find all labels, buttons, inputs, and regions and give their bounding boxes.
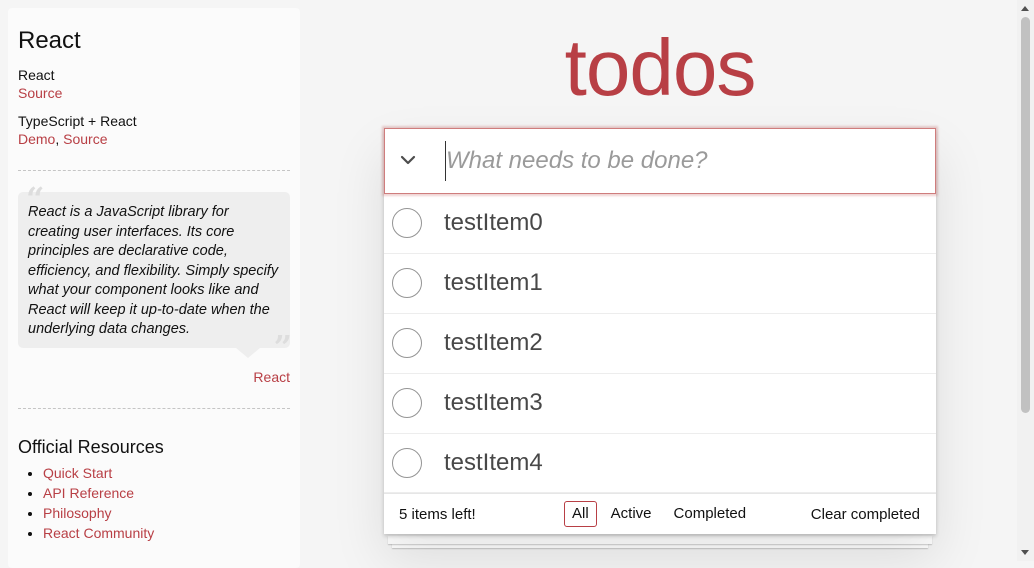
todo-list: testItem0 testItem1 testItem2 testItem3 … <box>384 194 936 493</box>
todo-item: testItem4 <box>384 434 936 493</box>
filter-active[interactable]: Active <box>603 501 660 527</box>
items-left-count: 5 items left! <box>399 506 476 523</box>
sidebar-title: React <box>18 27 81 54</box>
demo-link[interactable]: Demo <box>18 131 55 147</box>
todo-header <box>384 128 936 194</box>
quick-start-link[interactable]: Quick Start <box>43 465 112 481</box>
todo-checkbox[interactable] <box>392 268 422 298</box>
list-item: Quick Start <box>43 463 154 483</box>
list-item: API Reference <box>43 483 154 503</box>
quote-text: React is a JavaScript library for creati… <box>28 204 279 337</box>
source-link[interactable]: Source <box>18 85 62 101</box>
quote-box: “ React is a JavaScript library for crea… <box>18 180 292 366</box>
todo-checkbox[interactable] <box>392 388 422 418</box>
filter-all[interactable]: All <box>564 501 597 527</box>
todo-label[interactable]: testItem3 <box>444 389 543 417</box>
stack-shadow <box>388 536 932 544</box>
filters: All Active Completed <box>564 501 754 527</box>
source-link[interactable]: Source <box>63 131 107 147</box>
resources-title: Official Resources <box>18 437 164 457</box>
clear-completed-button[interactable]: Clear completed <box>811 506 920 523</box>
philosophy-link[interactable]: Philosophy <box>43 505 112 521</box>
scroll-up-arrow-icon[interactable] <box>1021 6 1029 11</box>
api-reference-link[interactable]: API Reference <box>43 485 134 501</box>
chevron-down-icon[interactable] <box>395 147 421 173</box>
todo-label[interactable]: testItem2 <box>444 329 543 357</box>
scrollbar-thumb[interactable] <box>1021 17 1030 413</box>
close-quote-icon: ” <box>273 328 292 366</box>
example-react: React Source <box>18 66 62 102</box>
open-quote-icon: “ <box>26 180 45 218</box>
todo-item: testItem2 <box>384 314 936 374</box>
scroll-down-arrow-icon[interactable] <box>1021 550 1029 555</box>
example-name: TypeScript + React <box>18 113 137 129</box>
list-item: React Community <box>43 523 154 543</box>
todo-item: testItem0 <box>384 194 936 254</box>
quote-source-link[interactable]: React <box>253 369 290 385</box>
list-item: Philosophy <box>43 503 154 523</box>
app-title: todos <box>564 23 757 112</box>
todo-label[interactable]: testItem4 <box>444 449 543 477</box>
todo-item: testItem1 <box>384 254 936 314</box>
divider <box>18 408 290 409</box>
sidebar: React React Source TypeScript + React De… <box>8 8 300 568</box>
todo-app: testItem0 testItem1 testItem2 testItem3 … <box>384 128 936 534</box>
todo-label[interactable]: testItem0 <box>444 209 543 237</box>
vertical-scrollbar[interactable] <box>1017 0 1034 561</box>
todo-checkbox[interactable] <box>392 328 422 358</box>
todo-footer: 5 items left! All Active Completed Clear… <box>384 493 936 534</box>
todo-item: testItem3 <box>384 374 936 434</box>
example-typescript-react: TypeScript + React Demo, Source <box>18 112 137 148</box>
resources-list: Quick Start API Reference Philosophy Rea… <box>18 463 154 543</box>
filter-completed[interactable]: Completed <box>666 501 755 527</box>
quote-arrow <box>236 348 260 358</box>
todo-label[interactable]: testItem1 <box>444 269 543 297</box>
new-todo-input[interactable] <box>445 141 916 181</box>
todo-checkbox[interactable] <box>392 448 422 478</box>
divider <box>18 170 290 171</box>
react-community-link[interactable]: React Community <box>43 525 154 541</box>
example-name: React <box>18 67 55 83</box>
link-separator: , <box>55 131 60 147</box>
todo-checkbox[interactable] <box>392 208 422 238</box>
